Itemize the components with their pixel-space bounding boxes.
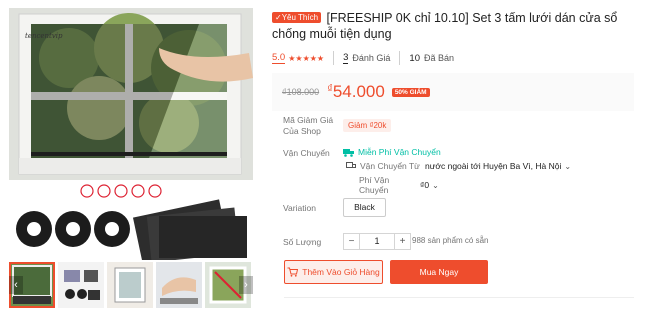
chevron-left-icon: ‹ [14,279,18,291]
truck-icon [343,148,354,157]
divider [333,51,335,65]
rating-value[interactable]: 5.0 [272,52,286,64]
section-divider [284,297,634,298]
free-shipping: Miễn Phí Vận Chuyển [343,147,441,157]
stock-available: 988 sản phẩm có sẵn [412,236,489,245]
thumbnail-3[interactable] [107,262,153,308]
quantity-label: Số Lượng [283,237,322,247]
discount-badge: 50% GIẢM [391,87,430,97]
ship-fee-row[interactable]: Phí Vận Chuyển ₫0 ⌄ [359,175,439,195]
chevron-right-icon: › [244,279,248,291]
pest-icons [80,184,162,198]
gallery-prev-button[interactable]: ‹ [9,276,23,294]
check-icon: ✓ [275,13,282,22]
ship-from-row[interactable]: Vận Chuyển Từ nước ngoài tới Huyện Ba Vì… [346,161,571,171]
product-title-block: ✓Yêu Thích [FREESHIP 0K chỉ 10.10] Set 3… [272,10,634,42]
review-label: Đánh Giá [352,53,391,63]
divider [399,51,401,65]
thumbnail-4[interactable] [156,262,202,308]
original-price: ₫108.000 [282,87,320,97]
favorite-badge: ✓Yêu Thích [272,12,322,23]
buy-now-button[interactable]: Mua Ngay [390,260,488,284]
main-product-image[interactable]: tencentvip [9,8,253,180]
chevron-down-icon: ⌄ [564,161,572,171]
add-to-cart-button[interactable]: Thêm Vào Giỏ Hàng [284,260,383,284]
current-price: ₫54.000 [327,82,385,101]
chevron-down-icon: ⌄ [432,180,439,190]
truck-outline-icon [346,162,356,168]
quantity-input[interactable]: 1 [360,233,394,250]
product-gallery: tencentvip [9,8,253,265]
thumbnail-strip: ‹ › [9,262,253,308]
voucher-label: Mã Giảm Giá Của Shop [283,115,334,136]
quantity-stepper: − 1 + [343,233,411,250]
product-info: ✓Yêu Thích [FREESHIP 0K chỉ 10.10] Set 3… [272,10,634,111]
ship-from-value: nước ngoài tới Huyện Ba Vì, Hà Nội [425,161,562,171]
variation-option-black[interactable]: Black [343,198,386,217]
shop-voucher-tag[interactable]: Giảm ₫20k [343,119,392,132]
ship-from-label: Vận Chuyển Từ [360,161,420,171]
review-count[interactable]: 3 [343,52,349,64]
price-box: ₫108.000 ₫54.000 50% GIẢM [272,73,634,111]
increase-quantity-button[interactable]: + [394,233,411,250]
shipping-label: Vận Chuyển [283,148,330,158]
cart-plus-icon [287,267,299,277]
ship-fee-label: Phí Vận Chuyển [359,175,390,195]
decrease-quantity-button[interactable]: − [343,233,360,250]
ship-fee-value: ₫0 [420,180,430,190]
product-contents-image [9,184,253,265]
product-title: [FREESHIP 0K chỉ 10.10] Set 3 tấm lưới d… [272,11,618,41]
thumbnail-2[interactable] [58,262,104,308]
star-rating-icon: ★★★★★ [288,53,325,63]
sold-count: 10 [409,52,420,64]
variation-label: Variation [283,203,316,213]
sold-label: Đã Bán [423,53,455,63]
gallery-next-button[interactable]: › [239,276,253,294]
watermark-text: tencentvip [25,32,63,40]
rating-row: 5.0 ★★★★★ 3 Đánh Giá 10 Đã Bán [272,51,634,65]
